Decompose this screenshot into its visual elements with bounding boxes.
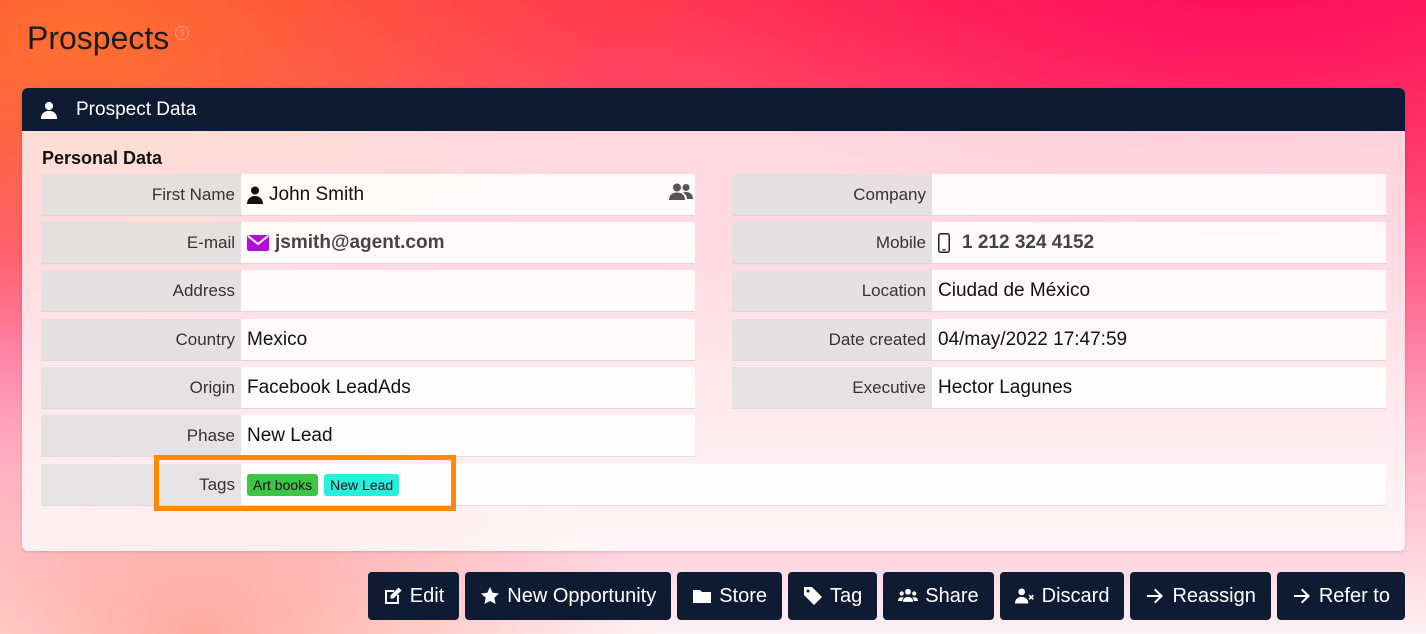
user-remove-icon bbox=[1014, 588, 1034, 604]
prospect-data-panel: Prospect Data Personal Data First Name J… bbox=[22, 88, 1405, 551]
refer-to-button[interactable]: Refer to bbox=[1276, 572, 1405, 620]
field-company: Company bbox=[732, 174, 1386, 216]
store-button[interactable]: Store bbox=[677, 572, 783, 620]
arrow-right-icon bbox=[1147, 588, 1164, 604]
discard-button-label: Discard bbox=[1041, 584, 1110, 607]
tag-icon bbox=[804, 587, 823, 605]
field-label: Mobile bbox=[732, 222, 932, 263]
edit-button-label: Edit bbox=[409, 584, 445, 607]
field-country: Country Mexico bbox=[41, 319, 695, 361]
envelope-icon bbox=[247, 234, 269, 251]
date-created-value: 04/may/2022 17:47:59 bbox=[932, 319, 1386, 360]
tags-value: Art books New Lead bbox=[241, 464, 1386, 505]
field-label: Country bbox=[41, 319, 241, 360]
arrow-right-icon bbox=[1293, 588, 1310, 604]
field-label: Tags bbox=[41, 464, 241, 505]
first-name-value: John Smith bbox=[269, 183, 365, 205]
users-icon[interactable] bbox=[669, 183, 693, 207]
field-first-name: First Name John Smith bbox=[41, 174, 695, 216]
field-label: Phase bbox=[41, 415, 241, 456]
reassign-button[interactable]: Reassign bbox=[1130, 572, 1271, 620]
address-value[interactable] bbox=[241, 270, 695, 311]
panel-header-title: Prospect Data bbox=[76, 98, 197, 120]
tag-button-label: Tag bbox=[830, 584, 863, 607]
share-button[interactable]: Share bbox=[883, 572, 994, 620]
user-icon bbox=[247, 186, 263, 204]
edit-icon bbox=[384, 587, 402, 604]
company-value[interactable] bbox=[932, 174, 1386, 215]
field-email: E-mail jsmith@agent.com bbox=[41, 222, 695, 264]
store-button-label: Store bbox=[719, 584, 768, 607]
field-label: Address bbox=[41, 270, 241, 311]
field-label: Location bbox=[732, 270, 932, 311]
page-title-text: Prospects bbox=[27, 20, 170, 56]
edit-button[interactable]: Edit bbox=[367, 572, 460, 620]
field-address: Address bbox=[41, 270, 695, 312]
field-label: Executive bbox=[732, 367, 932, 408]
panel-header: Prospect Data bbox=[22, 88, 1405, 131]
field-value[interactable]: John Smith bbox=[241, 174, 695, 215]
page-title: Prospects ? bbox=[27, 20, 190, 57]
field-value[interactable]: jsmith@agent.com bbox=[241, 222, 695, 263]
section-title: Personal Data bbox=[42, 148, 163, 168]
field-value[interactable]: 1 212 324 4152 bbox=[932, 222, 1386, 263]
user-icon bbox=[40, 101, 58, 119]
field-executive: Executive Hector Lagunes bbox=[732, 367, 1386, 409]
tag-badge[interactable]: Art books bbox=[247, 473, 319, 496]
folder-icon bbox=[693, 590, 712, 603]
discard-button[interactable]: Discard bbox=[999, 572, 1125, 620]
users-icon bbox=[898, 588, 919, 602]
field-label: Date created bbox=[732, 319, 932, 360]
field-label: E-mail bbox=[41, 222, 241, 263]
field-location: Location Ciudad de México bbox=[732, 270, 1386, 312]
field-phase: Phase New Lead bbox=[41, 415, 695, 457]
origin-value[interactable]: Facebook LeadAds bbox=[241, 367, 695, 408]
location-value[interactable]: Ciudad de México bbox=[932, 270, 1386, 311]
new-opportunity-button[interactable]: New Opportunity bbox=[465, 572, 672, 620]
email-value[interactable]: jsmith@agent.com bbox=[275, 232, 445, 254]
field-label: Origin bbox=[41, 367, 241, 408]
phase-value[interactable]: New Lead bbox=[241, 415, 695, 456]
field-mobile: Mobile 1 212 324 4152 bbox=[732, 222, 1386, 264]
field-tags: Tags Art books New Lead bbox=[41, 464, 1386, 506]
reassign-button-label: Reassign bbox=[1172, 584, 1256, 607]
help-icon[interactable]: ? bbox=[175, 26, 190, 40]
tag-button[interactable]: Tag bbox=[788, 572, 878, 620]
share-button-label: Share bbox=[925, 584, 979, 607]
field-origin: Origin Facebook LeadAds bbox=[41, 367, 695, 409]
executive-value[interactable]: Hector Lagunes bbox=[932, 367, 1386, 408]
refer-to-button-label: Refer to bbox=[1318, 584, 1390, 607]
field-label: Company bbox=[732, 174, 932, 215]
field-date-created: Date created 04/may/2022 17:47:59 bbox=[732, 319, 1386, 361]
tag-badge[interactable]: New Lead bbox=[324, 473, 400, 496]
mobile-value[interactable]: 1 212 324 4152 bbox=[962, 232, 1094, 254]
new-opportunity-button-label: New Opportunity bbox=[507, 584, 657, 607]
field-label: First Name bbox=[41, 174, 241, 215]
country-value[interactable]: Mexico bbox=[241, 319, 695, 360]
action-toolbar: Edit New Opportunity Store Tag Share Dis… bbox=[367, 572, 1405, 620]
star-icon bbox=[481, 587, 500, 604]
mobile-phone-icon bbox=[938, 232, 950, 253]
